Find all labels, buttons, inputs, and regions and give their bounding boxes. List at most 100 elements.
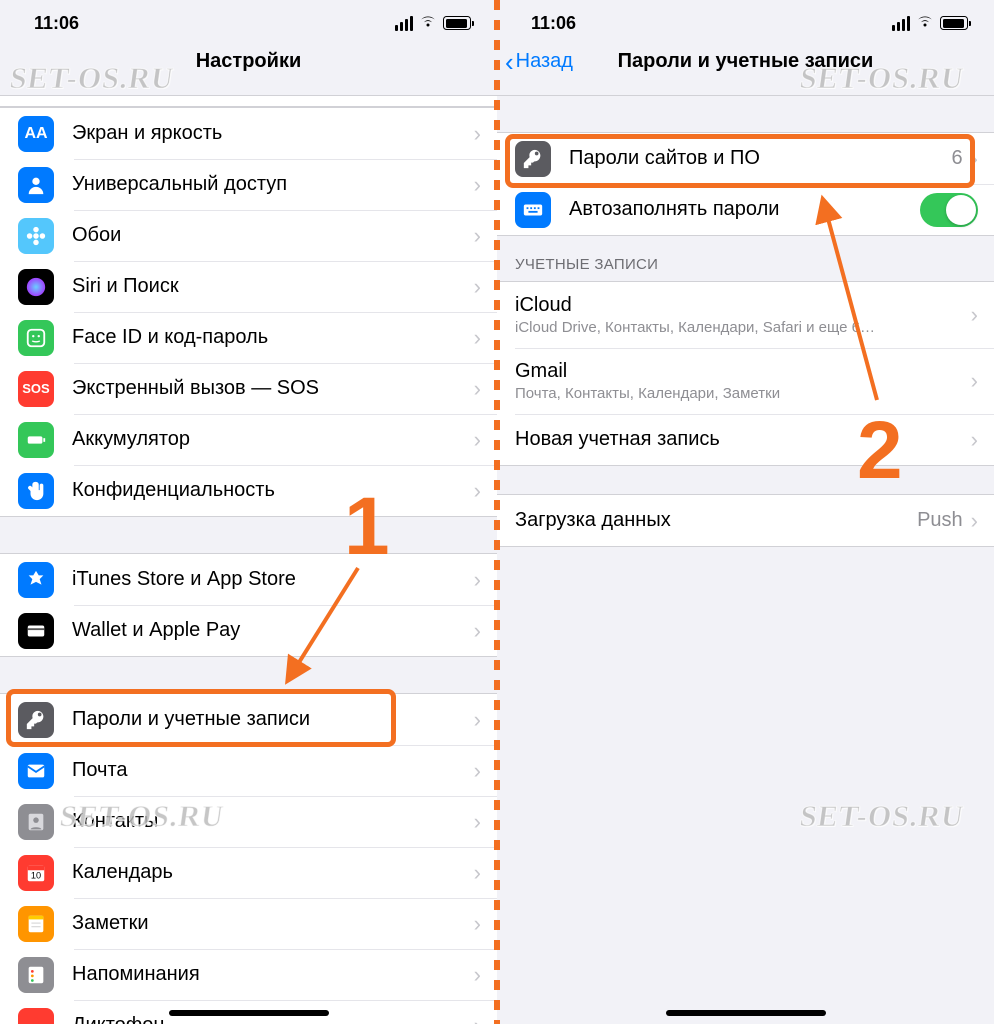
chevron-right-icon: › [474, 121, 481, 147]
accounts-section-header: УЧЕТНЫЕ ЗАПИСИ [497, 236, 994, 281]
chevron-left-icon: ‹ [505, 52, 514, 72]
settings-row-reminders[interactable]: Напоминания› [0, 949, 497, 1000]
row-label: Пароли и учетные записи [72, 708, 474, 731]
page-title: Настройки [196, 46, 302, 73]
website-passwords-row[interactable]: Пароли сайтов и ПО 6 › [497, 133, 994, 184]
settings-row-calendar[interactable]: 10 Календарь› [0, 847, 497, 898]
account-row-icloud[interactable]: iCloudiCloud Drive, Контакты, Календари,… [497, 282, 994, 348]
chevron-right-icon: › [474, 567, 481, 593]
callout-2: 2 [857, 404, 903, 498]
chevron-right-icon: › [474, 911, 481, 937]
passwords-group: Пароли сайтов и ПО 6 › Автозаполнять пар… [497, 132, 994, 236]
privacy-icon [18, 473, 54, 509]
callout-1: 1 [344, 480, 390, 574]
row-label: Экран и яркость [72, 122, 474, 145]
settings-row-sos[interactable]: SOSЭкстренный вызов — SOS› [0, 363, 497, 414]
row-label: Контакты [72, 810, 474, 833]
settings-row-wallpaper[interactable]: Обои› [0, 210, 497, 261]
svg-text:10: 10 [31, 870, 41, 880]
cellular-icon [395, 16, 413, 31]
settings-row-siri[interactable]: Siri и Поиск› [0, 261, 497, 312]
group-1 [0, 96, 497, 107]
battery-icon [940, 16, 968, 30]
settings-row-passwords[interactable]: Пароли и учетные записи› [0, 694, 497, 745]
autofill-toggle[interactable] [920, 193, 978, 227]
account-subtitle: iCloud Drive, Контакты, Календари, Safar… [515, 319, 971, 336]
settings-row-wallet[interactable]: Wallet и Apple Pay› [0, 605, 497, 656]
settings-row-display[interactable]: AA Экран и яркость› [0, 108, 497, 159]
settings-screen: 11:06 Настройки AAЭкран и яркость›Универ… [0, 0, 497, 1024]
row-label: Календарь [72, 861, 474, 884]
settings-row-accessibility[interactable]: Универсальный доступ› [0, 159, 497, 210]
row-label: Загрузка данных [515, 509, 917, 532]
contacts-icon [18, 804, 54, 840]
settings-row-notes[interactable]: Заметки› [0, 898, 497, 949]
nav-header: ‹ Назад Пароли и учетные записи [497, 46, 994, 96]
keyboard-icon [515, 192, 551, 228]
settings-row-faceid[interactable]: Face ID и код-пароль› [0, 312, 497, 363]
status-time: 11:06 [34, 13, 79, 34]
itunes-icon [18, 562, 54, 598]
chevron-right-icon: › [474, 1013, 481, 1024]
reminders-icon [18, 957, 54, 993]
home-indicator [666, 1010, 826, 1016]
row-label: Универсальный доступ [72, 173, 474, 196]
chevron-right-icon: › [474, 758, 481, 784]
fetch-new-data-row[interactable]: Загрузка данных Push › [497, 495, 994, 546]
chevron-right-icon: › [474, 427, 481, 453]
chevron-right-icon: › [971, 427, 978, 453]
settings-row-battery[interactable]: Аккумулятор› [0, 414, 497, 465]
settings-row-itunes[interactable]: iTunes Store и App Store› [0, 554, 497, 605]
wallet-icon [18, 613, 54, 649]
row-label: Автозаполнять пароли [569, 198, 920, 221]
chevron-right-icon: › [971, 368, 978, 394]
status-icons [892, 14, 968, 33]
chevron-right-icon: › [474, 860, 481, 886]
settings-row-contacts[interactable]: Контакты› [0, 796, 497, 847]
voice-icon [18, 1008, 54, 1024]
add-account-row[interactable]: Новая учетная запись› [497, 414, 994, 465]
cellular-icon [892, 16, 910, 31]
status-time: 11:06 [531, 13, 576, 34]
row-label: iTunes Store и App Store [72, 568, 474, 591]
row-detail: Push [917, 509, 963, 532]
row-label: Пароли сайтов и ПО [569, 147, 952, 170]
faceid-icon [18, 320, 54, 356]
row-label: Напоминания [72, 963, 474, 986]
chevron-right-icon: › [474, 376, 481, 402]
row-label: Face ID и код-пароль [72, 326, 474, 349]
chevron-right-icon: › [474, 478, 481, 504]
row-label: Заметки [72, 912, 474, 935]
chevron-right-icon: › [971, 508, 978, 534]
sos-icon: SOS [18, 371, 54, 407]
chevron-right-icon: › [474, 325, 481, 351]
account-row-gmail[interactable]: GmailПочта, Контакты, Календари, Заметки… [497, 348, 994, 414]
row-label: Конфиденциальность [72, 479, 474, 502]
chevron-right-icon: › [474, 962, 481, 988]
battery-icon [18, 422, 54, 458]
autofill-passwords-row[interactable]: Автозаполнять пароли [497, 184, 994, 235]
chevron-right-icon: › [474, 707, 481, 733]
chevron-right-icon: › [474, 618, 481, 644]
display-icon: AA [18, 116, 54, 152]
row-label: Аккумулятор [72, 428, 474, 451]
row-label: Обои [72, 224, 474, 247]
settings-row-mail[interactable]: Почта› [0, 745, 497, 796]
chevron-right-icon: › [474, 172, 481, 198]
key-icon [515, 141, 551, 177]
wifi-icon [916, 14, 934, 33]
siri-icon [18, 269, 54, 305]
passwords-accounts-screen: 11:06 ‹ Назад Пароли и учетные записи [497, 0, 994, 1024]
battery-icon [443, 16, 471, 30]
calendar-icon: 10 [18, 855, 54, 891]
passwords-icon [18, 702, 54, 738]
accessibility-icon [18, 167, 54, 203]
settings-row-privacy[interactable]: Конфиденциальность› [0, 465, 497, 516]
mail-icon [18, 753, 54, 789]
row-label: Почта [72, 759, 474, 782]
status-icons [395, 14, 471, 33]
back-label: Назад [516, 50, 573, 73]
back-button[interactable]: ‹ Назад [505, 50, 573, 73]
step-divider [494, 0, 500, 1024]
notes-icon [18, 906, 54, 942]
